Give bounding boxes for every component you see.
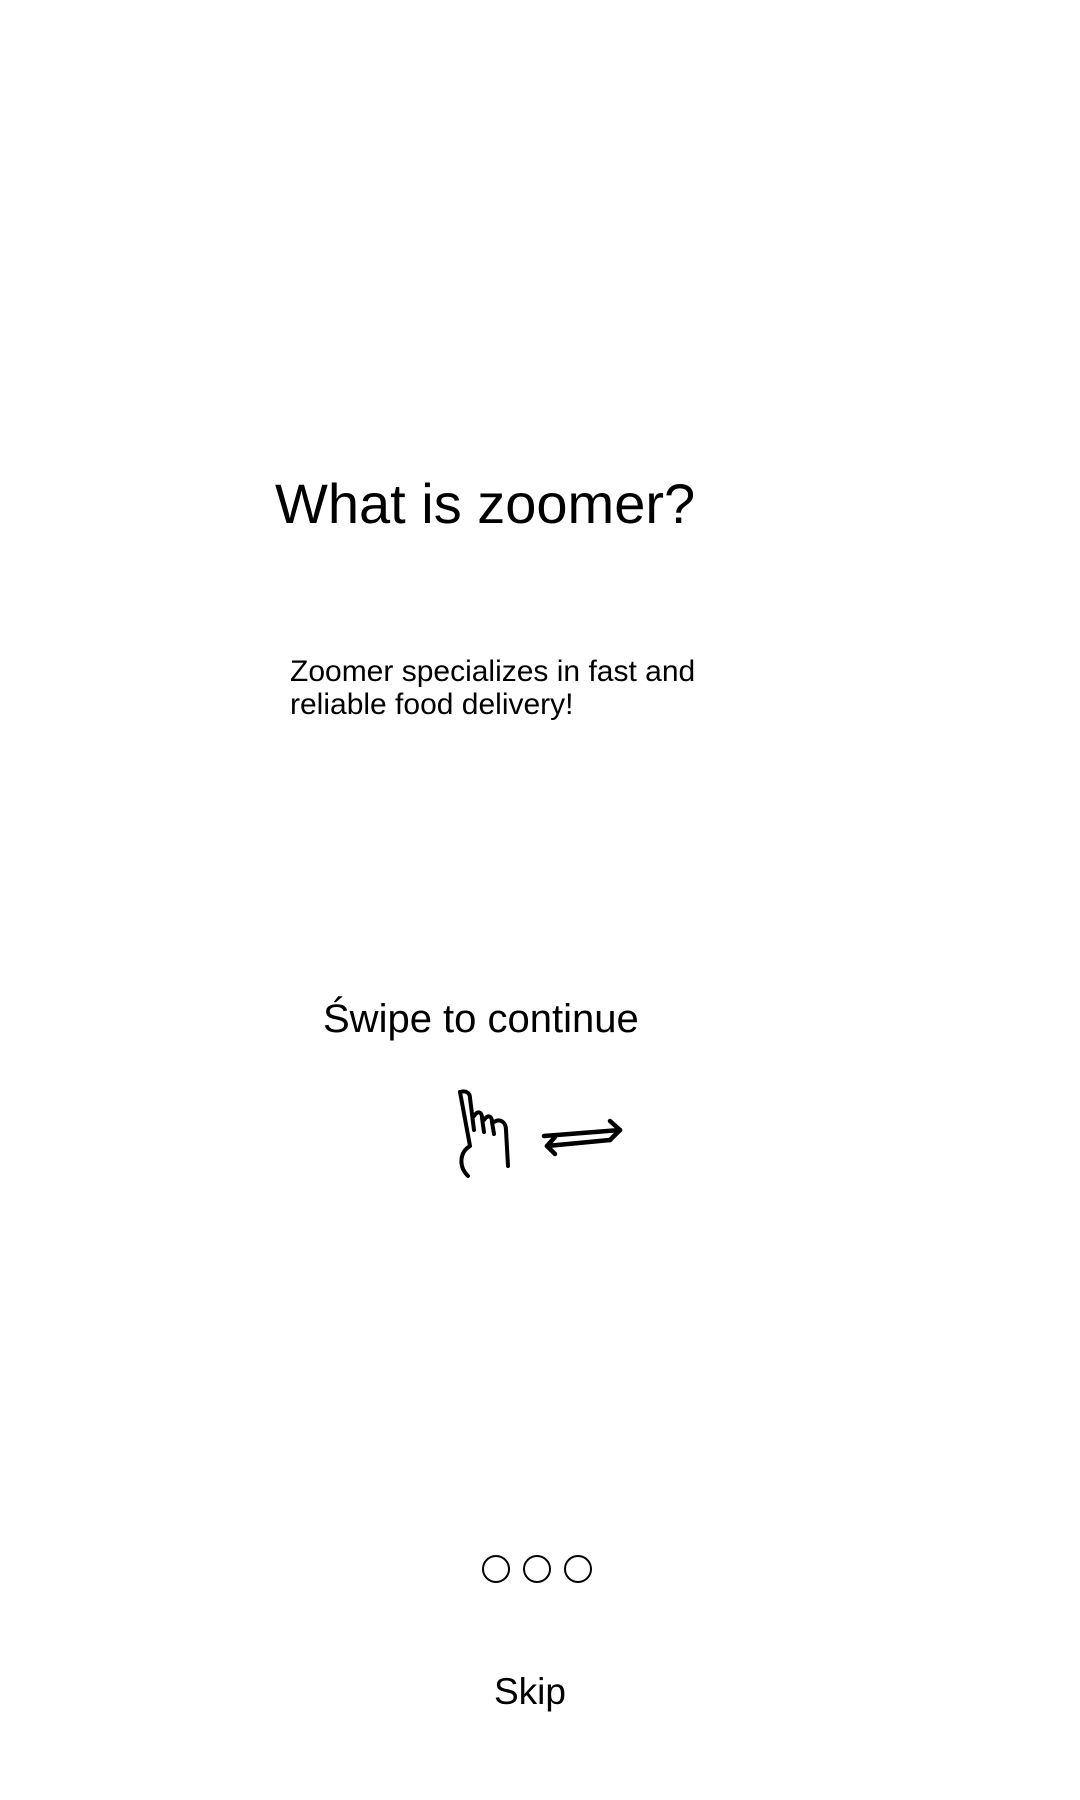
page-indicator bbox=[482, 1555, 602, 1589]
swap-horizontal-arrows-icon bbox=[541, 1118, 623, 1157]
skip-button[interactable]: Skip bbox=[490, 1670, 570, 1714]
hand-pointer-icon bbox=[458, 1089, 510, 1178]
swipe-hint-text: Świpe to continue bbox=[323, 997, 639, 1041]
swipe-gesture-illustration bbox=[458, 1089, 623, 1178]
page-indicator-dot[interactable] bbox=[482, 1555, 510, 1583]
page-title: What is zoomer? bbox=[275, 472, 696, 535]
page-indicator-dot[interactable] bbox=[523, 1555, 551, 1583]
onboarding-description: Zoomer specializes in fast and reliable … bbox=[290, 655, 696, 721]
page-indicator-dot[interactable] bbox=[564, 1555, 592, 1583]
